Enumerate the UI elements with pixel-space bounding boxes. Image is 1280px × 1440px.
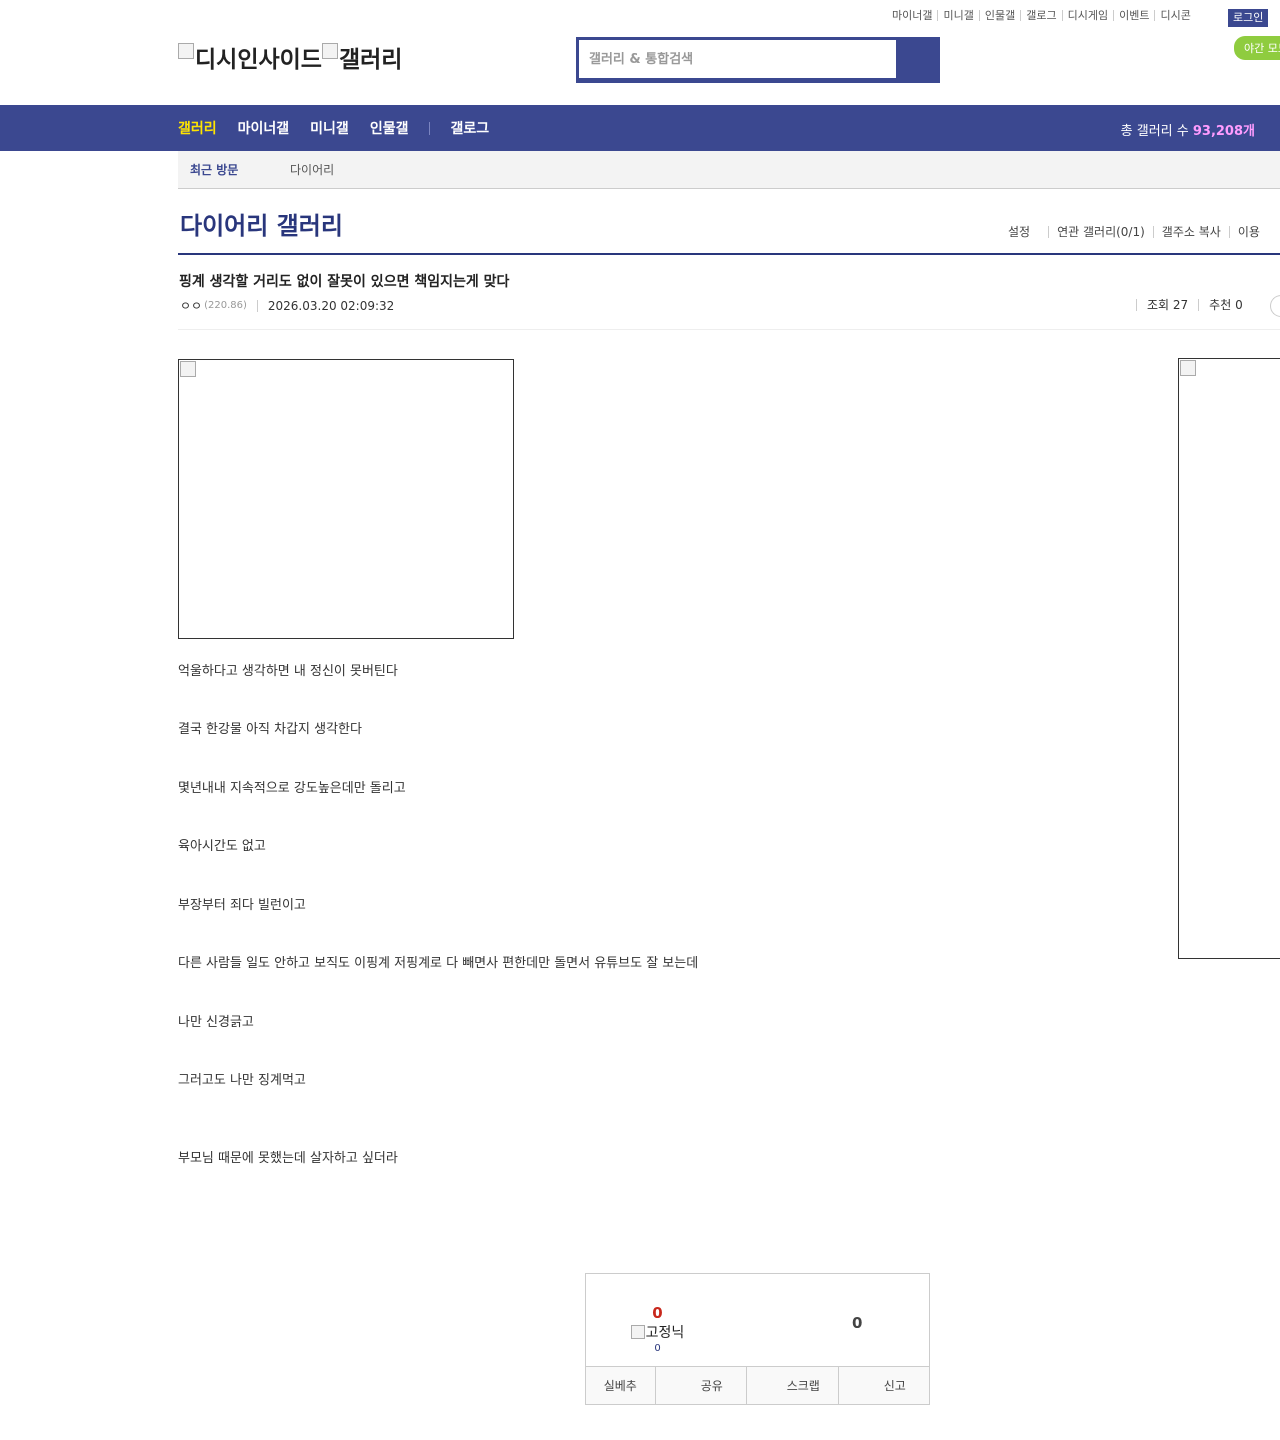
total-gallery-count: 총 갤러리 수 93,208개 <box>1121 120 1255 139</box>
fixed-nick-count: 0 <box>654 1343 661 1354</box>
post-body-line: 몇년내내 지속적으로 강도높은데만 돌리고 <box>178 781 406 796</box>
post-stats: 조회 27 추천 0 <box>1136 295 1280 317</box>
total-gallery-number: 93,208개 <box>1192 124 1255 139</box>
nav-item-person-gallery[interactable]: 인물갤 <box>370 118 409 138</box>
broken-image-icon <box>180 361 196 377</box>
title-divider <box>178 253 1280 255</box>
share-button[interactable]: 공유 <box>654 1367 747 1404</box>
search-field-wrap <box>579 40 896 78</box>
broken-image-icon <box>630 1325 645 1339</box>
post-views: 조회 27 <box>1136 299 1198 311</box>
search-input[interactable] <box>589 51 886 67</box>
top-link-event[interactable]: 이벤트 <box>1113 10 1154 21</box>
nav-divider <box>429 121 431 135</box>
gallery-tools: 설정 연관 갤러리(0/1) 갤주소 복사 이용 <box>1008 226 1268 238</box>
site-logo[interactable]: 디시인사이드 갤러리 <box>178 40 402 74</box>
top-links: 마이너갤 미니갤 인물갤 갤로그 디시게임 이벤트 디시콘 <box>892 10 1196 21</box>
top-link-dc-game[interactable]: 디시게임 <box>1061 10 1113 21</box>
related-gallery-link[interactable]: 연관 갤러리(0/1) <box>1048 226 1153 238</box>
gallery-settings-link[interactable]: 설정 <box>1008 226 1048 238</box>
gallery-usage-link[interactable]: 이용 <box>1228 226 1268 238</box>
report-button[interactable]: 신고 <box>837 1367 930 1404</box>
post-body-line: 부장부터 죄다 빌런이고 <box>178 898 306 913</box>
top-link-person-gallery[interactable]: 인물갤 <box>978 10 1020 21</box>
post-author-ip: (220.86) <box>204 300 247 311</box>
copy-gallery-url-link[interactable]: 갤주소 복사 <box>1152 226 1229 238</box>
broken-image-icon <box>321 43 338 59</box>
gallery-title[interactable]: 다이어리 갤러리 <box>180 206 343 241</box>
total-gallery-label: 총 갤러리 수 <box>1120 124 1189 139</box>
top-link-gallog[interactable]: 갤로그 <box>1020 10 1061 21</box>
post-body-line: 결국 한강물 아직 차갑지 생각한다 <box>178 722 362 737</box>
logo-text-dcinside: 디시인사이드 <box>195 47 322 73</box>
night-mode-button[interactable]: 야간 모드 <box>1234 36 1280 60</box>
top-link-dc-con[interactable]: 디시콘 <box>1154 10 1195 21</box>
recent-visit-bar: 최근 방문 다이어리 <box>178 151 1280 189</box>
post-body-line: 그러고도 나만 징계먹고 <box>178 1073 306 1088</box>
post-body-line: 억울하다고 생각하면 내 정신이 못버틴다 <box>178 664 398 679</box>
top-link-minor-gallery[interactable]: 마이너갤 <box>892 10 937 21</box>
post-recommend-count: 추천 0 <box>1198 299 1253 311</box>
recommend-box: 0 고정닉 0 0 실베추 공유 스크랩 신고 <box>585 1273 930 1405</box>
recommend-up[interactable]: 0 고정닉 0 <box>586 1304 729 1354</box>
nav-item-gallery[interactable]: 갤러리 <box>178 118 217 138</box>
recent-visit-item[interactable]: 다이어리 <box>290 161 334 178</box>
nav-item-mini-gallery[interactable]: 미니갤 <box>310 118 349 138</box>
post-header-divider <box>178 329 1280 330</box>
post-title: 핑계 생각할 거리도 없이 잘못이 있으면 책임지는게 맞다 <box>179 274 510 290</box>
post-body-line: 나만 신경긁고 <box>178 1015 254 1030</box>
scrap-button[interactable]: 스크랩 <box>746 1367 838 1404</box>
post-body-line: 부모님 때문에 못했는데 살자하고 싶더라 <box>178 1151 398 1166</box>
post-body-line: 다른 사람들 일도 안하고 보직도 이핑계 저핑계로 다 빼면사 편한데만 돌면… <box>178 956 699 971</box>
search-button[interactable] <box>896 37 940 83</box>
side-ad-image[interactable] <box>1178 358 1280 959</box>
recommend-down-count[interactable]: 0 <box>852 1314 862 1332</box>
top-link-mini-gallery[interactable]: 미니갤 <box>937 10 978 21</box>
broken-image-icon <box>1180 360 1196 376</box>
post-author[interactable]: ㅇㅇ <box>180 297 202 314</box>
recommend-up-count: 0 <box>652 1304 663 1322</box>
main-nav: 갤러리 마이너갤 미니갤 인물갤 갤로그 <box>178 105 510 151</box>
logo-text-gallery: 갤러리 <box>338 47 403 73</box>
real-best-recommend-button[interactable]: 실베추 <box>586 1367 655 1404</box>
post-image <box>178 359 514 639</box>
fixed-nick-label: 고정닉 <box>630 1322 685 1342</box>
nav-item-minor-gallery[interactable]: 마이너갤 <box>238 118 290 138</box>
fixed-nick-text: 고정닉 <box>645 1325 685 1341</box>
post-meta: ㅇㅇ (220.86) 2026.03.20 02:09:32 <box>180 297 394 314</box>
post-body-line: 육아시간도 없고 <box>178 839 266 854</box>
nav-item-gallog[interactable]: 갤로그 <box>450 118 489 138</box>
recent-visit-label[interactable]: 최근 방문 <box>178 161 290 178</box>
comment-count-button[interactable] <box>1270 295 1280 317</box>
recommend-actions: 실베추 공유 스크랩 신고 <box>586 1366 929 1404</box>
post-date: 2026.03.20 02:09:32 <box>256 299 394 312</box>
login-button[interactable]: 로그인 <box>1228 9 1269 27</box>
broken-image-icon <box>178 43 194 59</box>
search-box <box>576 37 940 83</box>
main-nav-bar: 갤러리 마이너갤 미니갤 인물갤 갤로그 총 갤러리 수 93,208개 <box>0 105 1280 151</box>
